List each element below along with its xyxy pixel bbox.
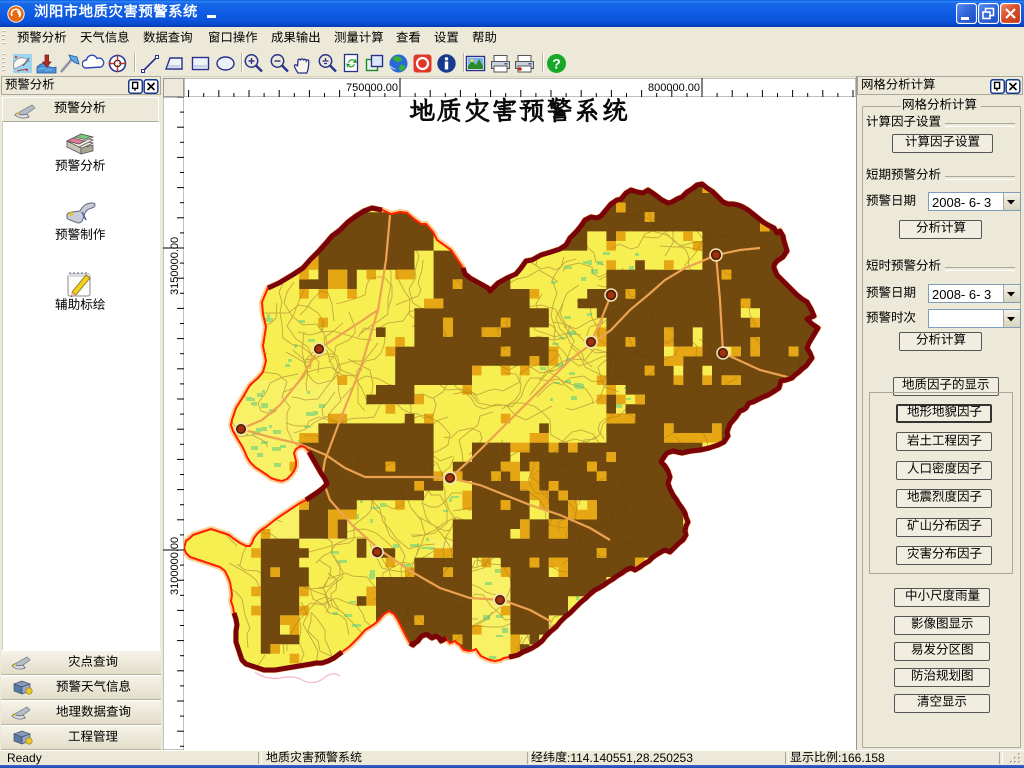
- svg-text:750000.00: 750000.00: [346, 82, 398, 94]
- svg-text:800000.00: 800000.00: [648, 82, 700, 94]
- svg-text:3150000.00: 3150000.00: [169, 237, 181, 295]
- svg-text:3100000.00: 3100000.00: [169, 537, 181, 595]
- svg-text:?: ?: [552, 56, 561, 72]
